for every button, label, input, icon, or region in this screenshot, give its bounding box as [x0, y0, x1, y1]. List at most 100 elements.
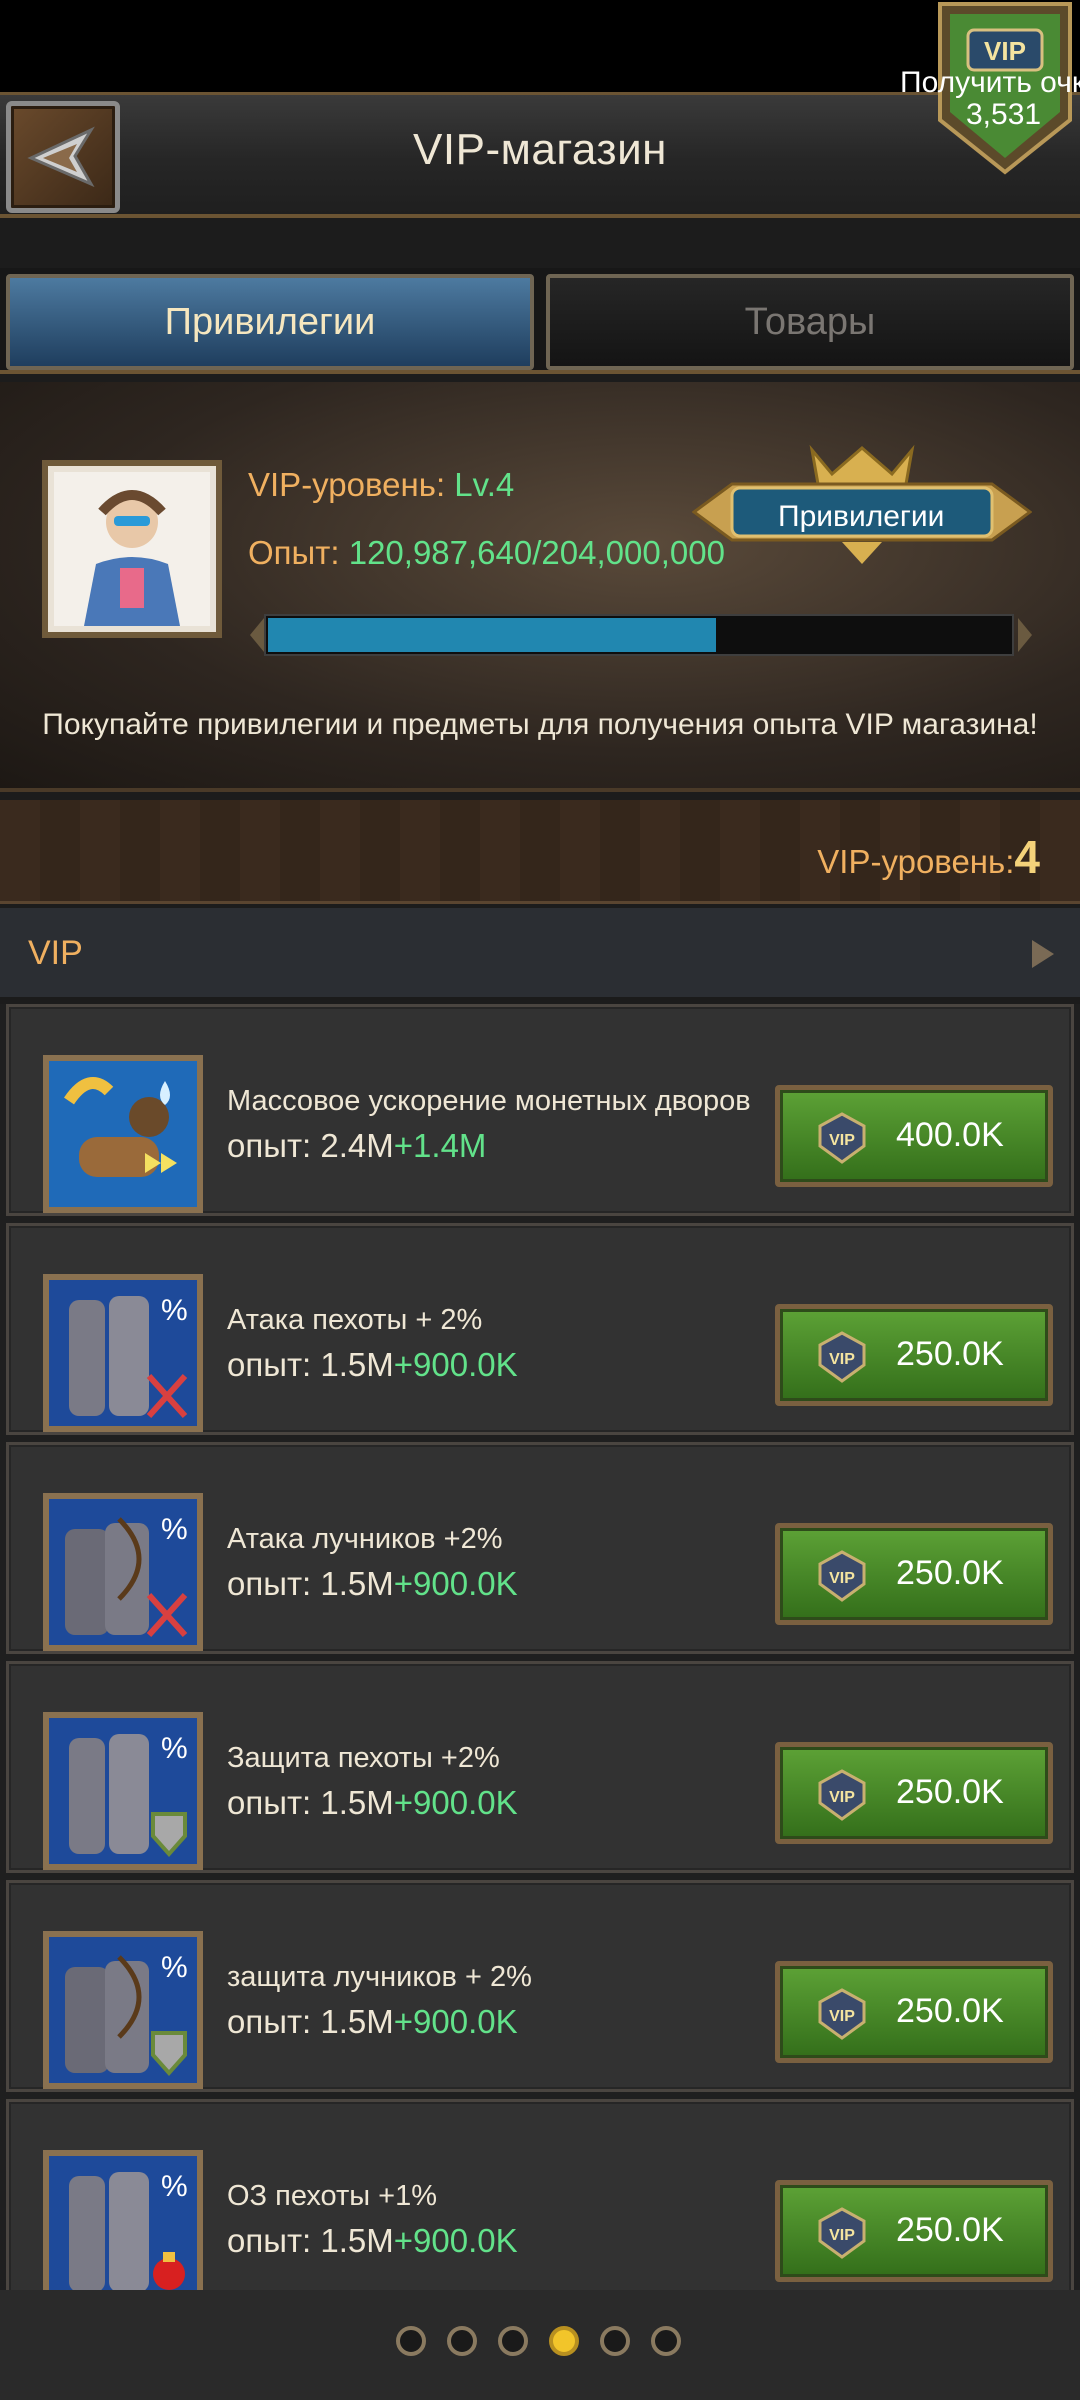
page-dot-5[interactable]	[600, 2326, 630, 2356]
svg-text:VIP: VIP	[984, 36, 1026, 66]
infantry-defense-icon: %	[49, 1718, 197, 1864]
item-exp-label: опыт:	[227, 1127, 312, 1164]
vip-section-header[interactable]: VIP	[0, 908, 1080, 1000]
item-icon-frame[interactable]: %	[43, 2150, 203, 2290]
vip-points-value: 3,531	[966, 98, 1042, 131]
item-exp-value: 1.5M	[320, 2003, 394, 2040]
vip-section-title: VIP	[28, 934, 83, 972]
buy-button[interactable]: VIP 250.0K	[775, 1304, 1053, 1406]
privilege-button-label[interactable]: Привилегии	[778, 500, 944, 534]
vip-item-row[interactable]: % защита лучников + 2% опыт: 1.5M+900.0K VI…	[6, 1880, 1074, 2092]
item-exp-value: 1.5M	[320, 1565, 394, 1602]
exp-progress-bar	[264, 614, 1014, 656]
vip-item-row[interactable]: % Атака пехоты + 2% опыт: 1.5M+900.0K VIP 25…	[6, 1223, 1074, 1435]
archer-defense-icon: %	[49, 1937, 197, 2083]
item-icon-frame[interactable]: %	[43, 1931, 203, 2089]
buy-price: 250.0K	[896, 1992, 1004, 2030]
vip-level-label: VIP-уровень:	[248, 466, 446, 503]
svg-text:VIP: VIP	[829, 1570, 855, 1587]
vip-level-indicator: VIP-уровень:4	[817, 830, 1040, 884]
buy-button[interactable]: VIP 250.0K	[775, 1523, 1053, 1625]
vip-coin-icon: VIP	[818, 1112, 866, 1164]
item-exp-bonus: +900.0K	[393, 2003, 518, 2040]
page-dot-2[interactable]	[447, 2326, 477, 2356]
item-exp-label: опыт:	[227, 2003, 312, 2040]
item-icon-frame[interactable]	[43, 1055, 203, 1213]
vip-item-row[interactable]: % Атака лучников +2% опыт: 1.5M+900.0K VIP 2…	[6, 1442, 1074, 1654]
item-exp-label: опыт:	[227, 1346, 312, 1383]
vip-coin-icon: VIP	[818, 1769, 866, 1821]
progress-right-cap	[1018, 618, 1032, 652]
buy-button[interactable]: VIP 250.0K	[775, 1961, 1053, 2063]
item-name: Атака лучников +2%	[227, 1523, 503, 1555]
vip-item-list[interactable]: Массовое ускорение монетных дворов опыт: …	[0, 1004, 1080, 2290]
buy-button[interactable]: VIP 250.0K	[775, 1742, 1053, 1844]
item-icon-frame[interactable]: %	[43, 1712, 203, 1870]
item-exp-bonus: +900.0K	[393, 1784, 518, 1821]
page-dot-1[interactable]	[396, 2326, 426, 2356]
item-exp-label: опыт:	[227, 1565, 312, 1602]
item-exp-bonus: +900.0K	[393, 1346, 518, 1383]
buy-price: 250.0K	[896, 1773, 1004, 1811]
buy-price: 250.0K	[896, 1554, 1004, 1592]
get-points-label[interactable]: Получить очки	[900, 66, 1080, 100]
header: VIP-магазин	[0, 92, 1080, 218]
item-exp-label: опыт:	[227, 2222, 312, 2259]
progress-left-cap	[250, 618, 264, 652]
buy-price: 250.0K	[896, 2211, 1004, 2249]
page-dot-6[interactable]	[651, 2326, 681, 2356]
page-indicator	[0, 2290, 1080, 2400]
vip-level-line: VIP-уровень: Lv.4	[248, 466, 514, 504]
item-name: Массовое ускорение монетных дворов	[227, 1085, 751, 1117]
item-exp: опыт: 2.4M+1.4M	[227, 1127, 486, 1165]
item-exp-value: 2.4M	[320, 1127, 394, 1164]
play-icon	[1032, 940, 1054, 968]
svg-text:VIP: VIP	[829, 1351, 855, 1368]
buy-price: 250.0K	[896, 1335, 1004, 1373]
buy-button[interactable]: VIP 250.0K	[775, 2180, 1053, 2282]
item-exp: опыт: 1.5M+900.0K	[227, 1346, 518, 1384]
item-exp: опыт: 1.5M+900.0K	[227, 1784, 518, 1822]
exp-progress-fill	[268, 618, 716, 652]
page-dot-3[interactable]	[498, 2326, 528, 2356]
vip-coin-icon: VIP	[818, 1988, 866, 2040]
item-exp: опыт: 1.5M+900.0K	[227, 1565, 518, 1603]
tab-bar: Привилегии Товары	[0, 268, 1080, 374]
item-icon-frame[interactable]: %	[43, 1493, 203, 1651]
buy-button[interactable]: VIP 400.0K	[775, 1085, 1053, 1187]
vip-coin-icon: VIP	[818, 2207, 866, 2259]
item-exp: опыт: 1.5M+900.0K	[227, 2222, 518, 2260]
item-exp-bonus: +900.0K	[393, 1565, 518, 1602]
item-name: Защита пехоты +2%	[227, 1742, 500, 1774]
item-icon-frame[interactable]: %	[43, 1274, 203, 1432]
tab-goods[interactable]: Товары	[546, 274, 1074, 370]
item-exp-bonus: +1.4M	[393, 1127, 487, 1164]
vip-item-row[interactable]: % Защита пехоты +2% опыт: 1.5M+900.0K VIP 25…	[6, 1661, 1074, 1873]
archer-attack-icon: %	[49, 1499, 197, 1645]
svg-text:VIP: VIP	[829, 1132, 855, 1149]
vip-level-value: Lv.4	[454, 466, 515, 503]
vip-item-row[interactable]: Массовое ускорение монетных дворов опыт: …	[6, 1004, 1074, 1216]
vip-item-row[interactable]: % ОЗ пехоты +1% опыт: 1.5M+900.0K VIP 250.0K	[6, 2099, 1074, 2290]
item-exp-value: 1.5M	[320, 2222, 394, 2259]
vip-level-bar: VIP-уровень:4	[0, 800, 1080, 904]
svg-text:VIP: VIP	[829, 2227, 855, 2244]
vip-level-bar-label: VIP-уровень:	[817, 843, 1015, 880]
item-name: защита лучников + 2%	[227, 1961, 532, 1993]
exp-label: Опыт:	[248, 534, 340, 571]
item-exp: опыт: 1.5M+900.0K	[227, 2003, 518, 2041]
vip-coin-icon: VIP	[818, 1550, 866, 1602]
item-name: Атака пехоты + 2%	[227, 1304, 483, 1336]
item-name: ОЗ пехоты +1%	[227, 2180, 438, 2212]
tab-privileges[interactable]: Привилегии	[6, 274, 534, 370]
vip-level-number: 4	[1014, 831, 1040, 883]
svg-text:VIP: VIP	[829, 2008, 855, 2025]
exp-value: 120,987,640/204,000,000	[348, 534, 725, 571]
avatar[interactable]	[42, 460, 222, 638]
page-dot-4[interactable]	[549, 2326, 579, 2356]
avatar-portrait-icon	[54, 472, 210, 626]
infantry-hp-icon: %	[49, 2156, 197, 2290]
vip-coin-icon: VIP	[818, 1331, 866, 1383]
item-exp-bonus: +900.0K	[393, 2222, 518, 2259]
exp-line: Опыт: 120,987,640/204,000,000	[248, 534, 743, 572]
